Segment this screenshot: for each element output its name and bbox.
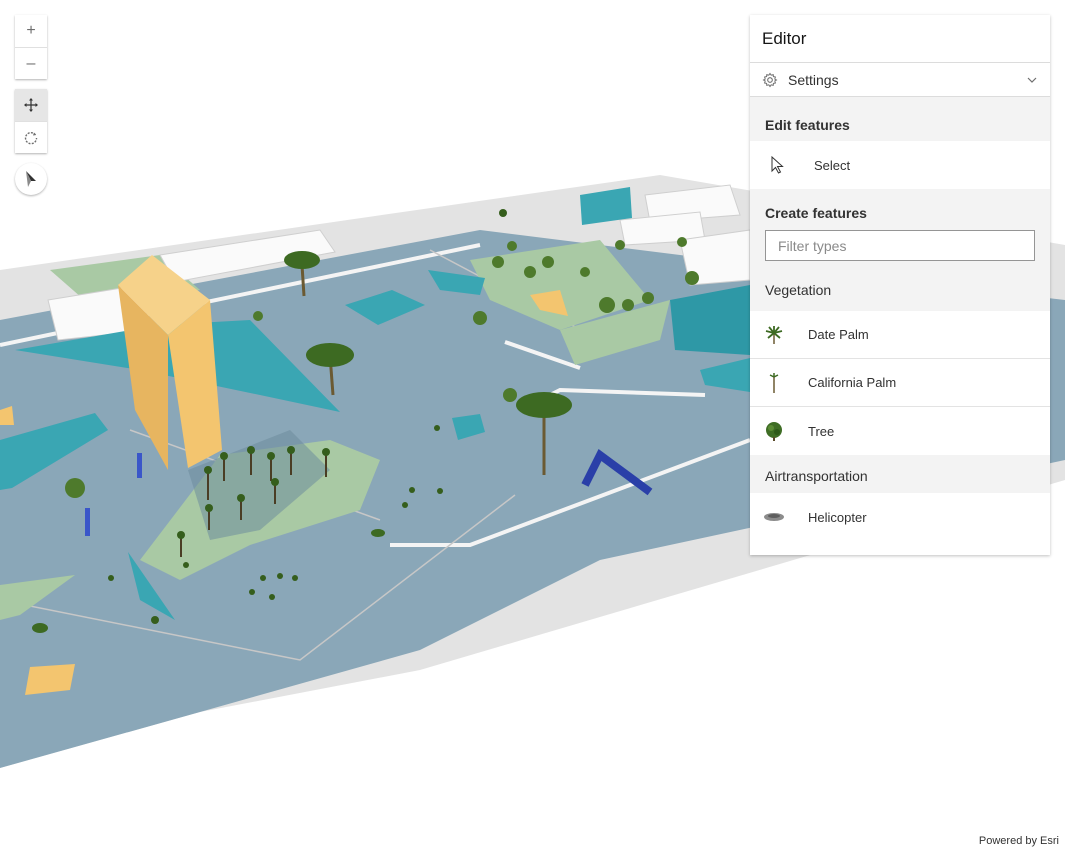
zoom-out-button[interactable]: – <box>15 47 47 79</box>
select-label: Select <box>814 157 851 173</box>
zoom-in-button[interactable]: + <box>15 15 47 47</box>
select-tool[interactable]: Select <box>750 141 1050 189</box>
group-heading-vegetation: Vegetation <box>750 275 1050 311</box>
chevron-down-icon <box>1027 77 1037 83</box>
helicopter-icon <box>762 505 786 529</box>
california-palm-icon <box>762 371 786 395</box>
cursor-icon <box>771 156 784 174</box>
compass-icon <box>26 171 36 187</box>
pan-button[interactable] <box>15 89 47 121</box>
rotate-button[interactable] <box>15 121 47 153</box>
rotate-icon <box>24 131 38 144</box>
editor-title: Editor <box>750 15 1050 63</box>
settings-label: Settings <box>788 71 839 88</box>
feature-type-date-palm[interactable]: Date Palm <box>750 311 1050 359</box>
group-heading-airtransportation: Airtransportation <box>750 455 1050 493</box>
create-features-heading: Create features <box>765 205 867 221</box>
feature-type-california-palm[interactable]: California Palm <box>750 359 1050 407</box>
zoom-in-icon: + <box>26 22 36 39</box>
tree-icon <box>762 419 786 443</box>
navigation-mode-controls <box>15 89 47 153</box>
feature-type-label: Helicopter <box>808 509 867 525</box>
zoom-out-icon: – <box>26 54 36 72</box>
date-palm-icon <box>762 323 786 347</box>
pan-icon <box>24 98 38 112</box>
feature-type-tree[interactable]: Tree <box>750 407 1050 455</box>
create-features-section: Create features <box>750 189 1050 275</box>
attribution[interactable]: Powered by Esri <box>979 835 1059 847</box>
feature-type-label: California Palm <box>808 375 897 390</box>
zoom-controls: + – <box>15 15 47 79</box>
gear-icon <box>762 72 778 87</box>
edit-features-heading: Edit features <box>750 97 1050 141</box>
feature-type-label: Date Palm <box>808 327 869 342</box>
editor-panel: Editor Settings Edit features Select Cre… <box>750 15 1050 555</box>
feature-type-label: Tree <box>808 423 835 439</box>
feature-type-helicopter[interactable]: Helicopter <box>750 493 1050 541</box>
settings-toggle[interactable]: Settings <box>750 63 1050 97</box>
filter-types-input[interactable] <box>765 230 1035 261</box>
compass-button[interactable] <box>15 163 47 195</box>
